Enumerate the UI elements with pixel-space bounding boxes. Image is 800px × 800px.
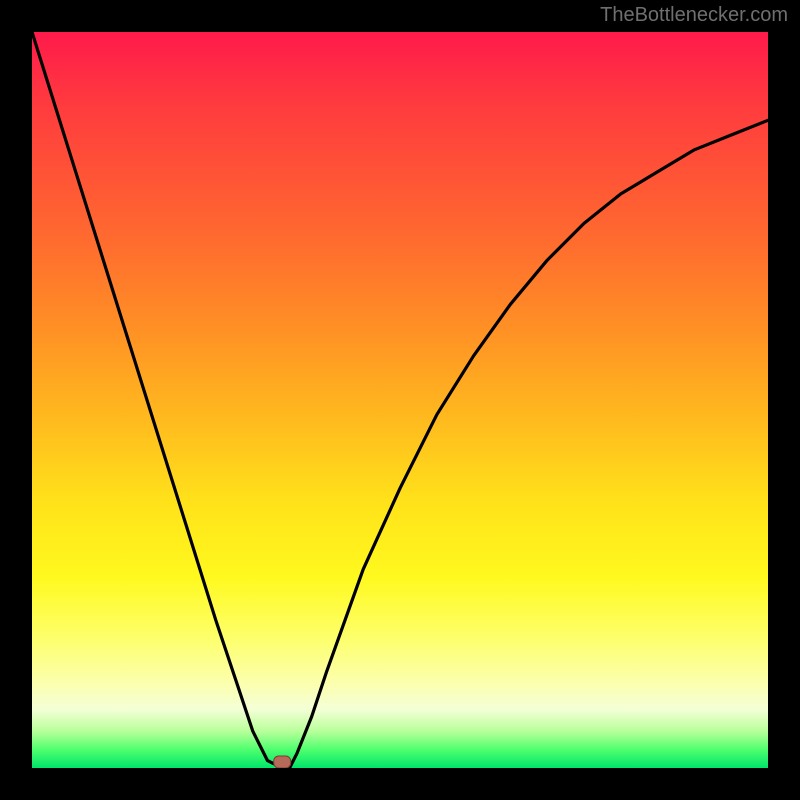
chart-frame: TheBottlenecker.com <box>0 0 800 800</box>
minimum-marker <box>274 756 291 768</box>
watermark-text: TheBottlenecker.com <box>600 4 788 27</box>
curve-path <box>32 32 768 768</box>
plot-area <box>32 32 768 768</box>
bottleneck-curve <box>32 32 768 768</box>
